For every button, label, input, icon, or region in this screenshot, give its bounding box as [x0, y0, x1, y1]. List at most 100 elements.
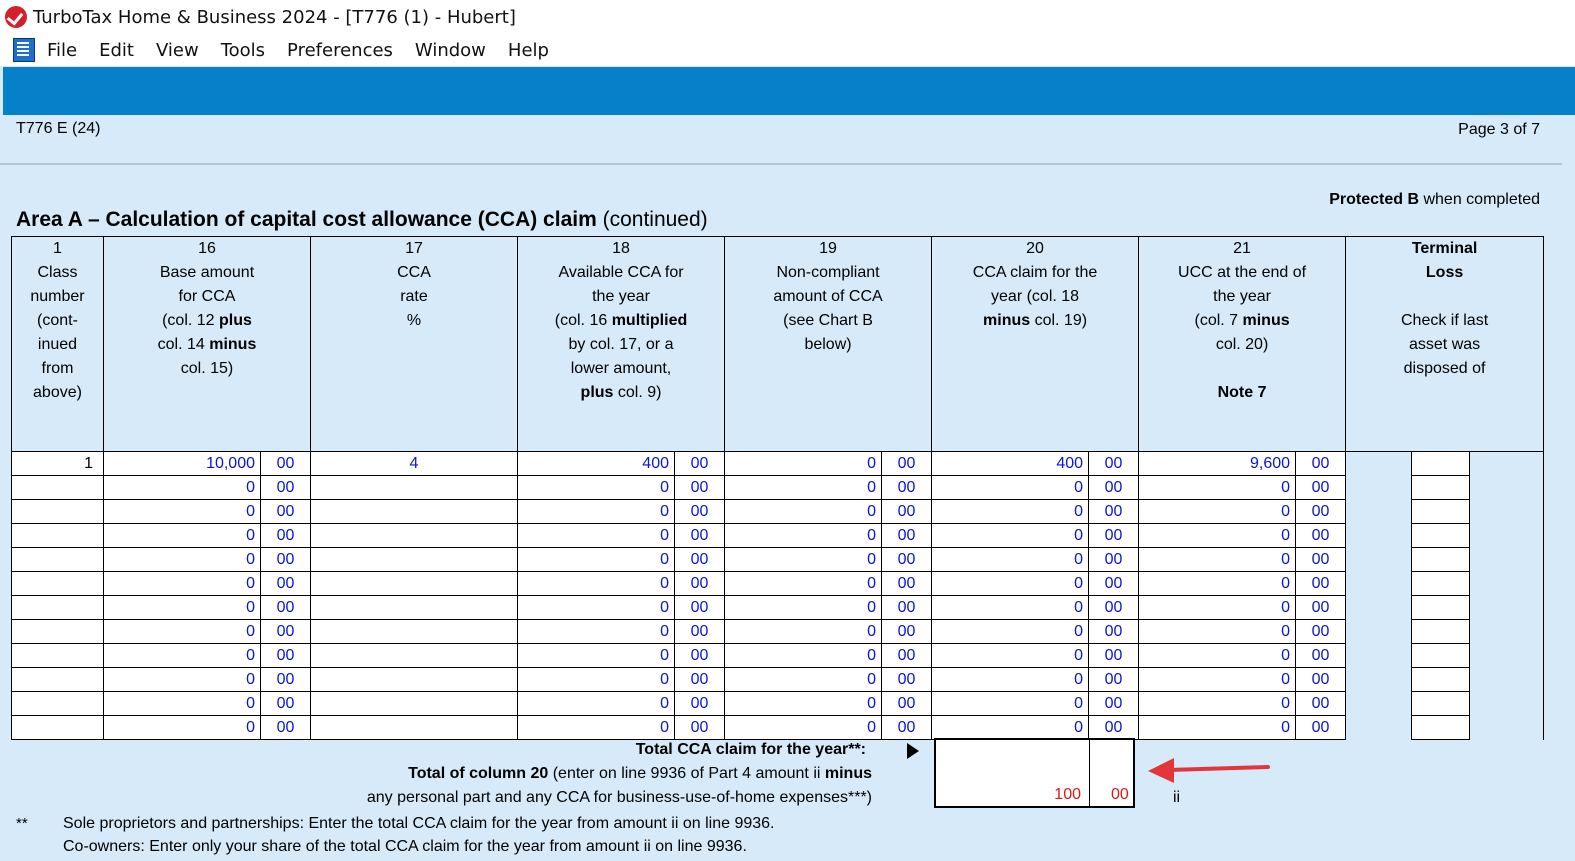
ucc-end-cell[interactable]: 0	[1138, 547, 1297, 572]
terminal-loss-checkbox[interactable]	[1411, 451, 1471, 476]
base-amount-cents-cell[interactable]: 00	[260, 667, 311, 692]
available-cca-cents-cell[interactable]: 00	[673, 499, 726, 524]
available-cca-cents-cell[interactable]: 00	[673, 451, 726, 476]
non-compliant-cell[interactable]: 0	[724, 571, 883, 596]
base-amount-cell[interactable]: 0	[103, 643, 261, 668]
available-cca-cell[interactable]: 0	[517, 523, 675, 548]
menu-file[interactable]: File	[47, 40, 77, 61]
cca-claim-cell[interactable]: 0	[931, 691, 1090, 716]
cca-rate-cell[interactable]	[310, 691, 518, 716]
base-amount-cell[interactable]: 0	[103, 547, 261, 572]
non-compliant-cents-cell[interactable]: 00	[881, 643, 933, 668]
non-compliant-cents-cell[interactable]: 00	[881, 667, 933, 692]
ucc-end-cents-cell[interactable]: 00	[1295, 499, 1347, 524]
cca-rate-cell[interactable]	[310, 547, 518, 572]
available-cca-cell[interactable]: 400	[517, 451, 675, 476]
terminal-loss-checkbox[interactable]	[1411, 619, 1471, 644]
cca-claim-cents-cell[interactable]: 00	[1088, 451, 1140, 476]
available-cca-cents-cell[interactable]: 00	[673, 475, 726, 500]
menu-help[interactable]: Help	[508, 40, 549, 61]
base-amount-cell[interactable]: 0	[103, 595, 261, 620]
non-compliant-cents-cell[interactable]: 00	[881, 691, 933, 716]
ucc-end-cell[interactable]: 0	[1138, 475, 1297, 500]
cca-rate-cell[interactable]	[310, 715, 518, 740]
cca-rate-cell[interactable]	[310, 667, 518, 692]
base-amount-cell[interactable]: 0	[103, 667, 261, 692]
available-cca-cell[interactable]: 0	[517, 475, 675, 500]
available-cca-cents-cell[interactable]: 00	[673, 523, 726, 548]
ucc-end-cell[interactable]: 0	[1138, 691, 1297, 716]
menu-edit[interactable]: Edit	[99, 40, 134, 61]
terminal-loss-checkbox[interactable]	[1411, 475, 1471, 500]
ucc-end-cell[interactable]: 0	[1138, 523, 1297, 548]
class-number-cell[interactable]	[11, 595, 104, 620]
cca-claim-cell[interactable]: 0	[931, 475, 1090, 500]
ucc-end-cell[interactable]: 0	[1138, 499, 1297, 524]
base-amount-cents-cell[interactable]: 00	[260, 619, 311, 644]
base-amount-cell[interactable]: 0	[103, 523, 261, 548]
base-amount-cell[interactable]: 0	[103, 475, 261, 500]
ucc-end-cell[interactable]: 0	[1138, 715, 1297, 740]
non-compliant-cell[interactable]: 0	[724, 715, 883, 740]
class-number-cell[interactable]	[11, 619, 104, 644]
document-icon[interactable]	[13, 38, 35, 62]
cca-rate-cell[interactable]	[310, 595, 518, 620]
cca-rate-cell[interactable]	[310, 475, 518, 500]
cca-claim-cell[interactable]: 0	[931, 523, 1090, 548]
ucc-end-cell[interactable]: 0	[1138, 595, 1297, 620]
available-cca-cents-cell[interactable]: 00	[673, 571, 726, 596]
non-compliant-cell[interactable]: 0	[724, 691, 883, 716]
terminal-loss-checkbox[interactable]	[1411, 499, 1471, 524]
base-amount-cents-cell[interactable]: 00	[260, 451, 311, 476]
available-cca-cents-cell[interactable]: 00	[673, 547, 726, 572]
cca-rate-cell[interactable]: 4	[310, 451, 518, 476]
available-cca-cents-cell[interactable]: 00	[673, 691, 726, 716]
non-compliant-cents-cell[interactable]: 00	[881, 475, 933, 500]
available-cca-cell[interactable]: 0	[517, 619, 675, 644]
ucc-end-cents-cell[interactable]: 00	[1295, 523, 1347, 548]
cca-claim-cell[interactable]: 0	[931, 619, 1090, 644]
available-cca-cents-cell[interactable]: 00	[673, 643, 726, 668]
base-amount-cents-cell[interactable]: 00	[260, 571, 311, 596]
cca-claim-cell[interactable]: 400	[931, 451, 1090, 476]
cca-claim-cell[interactable]: 0	[931, 595, 1090, 620]
terminal-loss-checkbox[interactable]	[1411, 715, 1471, 740]
cca-claim-cell[interactable]: 0	[931, 643, 1090, 668]
non-compliant-cell[interactable]: 0	[724, 547, 883, 572]
cca-rate-cell[interactable]	[310, 499, 518, 524]
non-compliant-cents-cell[interactable]: 00	[881, 451, 933, 476]
ucc-end-cents-cell[interactable]: 00	[1295, 667, 1347, 692]
cca-claim-cell[interactable]: 0	[931, 715, 1090, 740]
cca-claim-cents-cell[interactable]: 00	[1088, 547, 1140, 572]
class-number-cell[interactable]	[11, 643, 104, 668]
cca-claim-cell[interactable]: 0	[931, 499, 1090, 524]
ucc-end-cents-cell[interactable]: 00	[1295, 547, 1347, 572]
cca-rate-cell[interactable]	[310, 643, 518, 668]
cca-rate-cell[interactable]	[310, 523, 518, 548]
ucc-end-cell[interactable]: 0	[1138, 571, 1297, 596]
cca-claim-cents-cell[interactable]: 00	[1088, 643, 1140, 668]
cca-claim-cents-cell[interactable]: 00	[1088, 619, 1140, 644]
terminal-loss-checkbox[interactable]	[1411, 667, 1471, 692]
class-number-cell[interactable]	[11, 547, 104, 572]
base-amount-cents-cell[interactable]: 00	[260, 547, 311, 572]
class-number-cell[interactable]	[11, 691, 104, 716]
non-compliant-cell[interactable]: 0	[724, 619, 883, 644]
ucc-end-cell[interactable]: 0	[1138, 643, 1297, 668]
available-cca-cents-cell[interactable]: 00	[673, 667, 726, 692]
non-compliant-cell[interactable]: 0	[724, 667, 883, 692]
class-number-cell[interactable]	[11, 715, 104, 740]
terminal-loss-checkbox[interactable]	[1411, 691, 1471, 716]
cca-rate-cell[interactable]	[310, 571, 518, 596]
total-cca-field[interactable]: 100 00	[934, 738, 1135, 808]
base-amount-cell[interactable]: 0	[103, 619, 261, 644]
base-amount-cell[interactable]: 0	[103, 691, 261, 716]
terminal-loss-checkbox[interactable]	[1411, 643, 1471, 668]
ucc-end-cell[interactable]: 0	[1138, 619, 1297, 644]
ucc-end-cell[interactable]: 0	[1138, 667, 1297, 692]
class-number-cell[interactable]	[11, 499, 104, 524]
cca-claim-cell[interactable]: 0	[931, 547, 1090, 572]
base-amount-cents-cell[interactable]: 00	[260, 715, 311, 740]
cca-claim-cell[interactable]: 0	[931, 571, 1090, 596]
non-compliant-cents-cell[interactable]: 00	[881, 595, 933, 620]
